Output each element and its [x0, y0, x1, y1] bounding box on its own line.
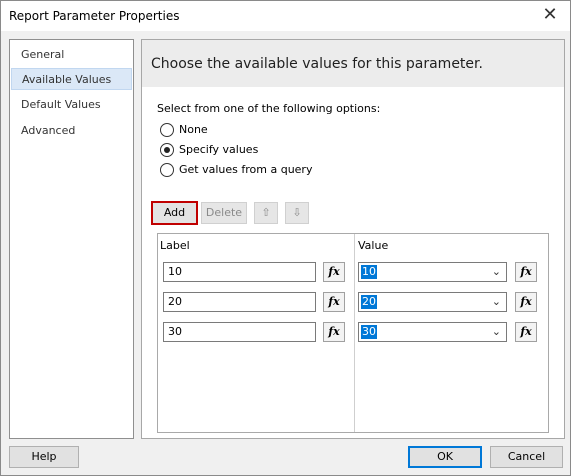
value-selected-text: 10	[361, 265, 377, 279]
label-input[interactable]: 10	[163, 262, 316, 282]
content-panel: Choose the available values for this par…	[141, 39, 565, 439]
ok-button[interactable]: OK	[408, 446, 482, 468]
radio-button[interactable]	[160, 123, 174, 137]
fx-icon[interactable]: fx	[323, 292, 345, 312]
header-band: Choose the available values for this par…	[142, 40, 564, 87]
label-input[interactable]: 30	[163, 322, 316, 342]
sidebar-item-advanced[interactable]: Advanced	[11, 120, 132, 142]
radio-button[interactable]	[160, 163, 174, 177]
chevron-down-icon[interactable]: ⌄	[492, 295, 501, 308]
add-button[interactable]: Add	[151, 201, 198, 225]
chevron-down-icon[interactable]: ⌄	[492, 325, 501, 338]
sidebar-item-general[interactable]: General	[11, 44, 132, 66]
help-button[interactable]: Help	[9, 446, 79, 468]
label-column-header: Label	[160, 239, 190, 252]
move-down-icon[interactable]: ⇩	[285, 202, 309, 224]
option-label: None	[179, 123, 208, 136]
fx-icon[interactable]: fx	[515, 292, 537, 312]
values-grid: Label Value 10 fx 10 ⌄ fx 20 fx 20 ⌄ fx …	[157, 233, 549, 433]
radio-button-selected[interactable]	[160, 143, 174, 157]
option-label: Get values from a query	[179, 163, 313, 176]
sidebar-nav: General Available Values Default Values …	[9, 39, 134, 439]
report-parameter-properties-dialog: Report Parameter Properties ✕ General Av…	[0, 0, 571, 476]
options-title: Select from one of the following options…	[157, 102, 381, 115]
move-up-icon[interactable]: ⇧	[254, 202, 278, 224]
dialog-title: Report Parameter Properties	[9, 9, 180, 23]
fx-icon[interactable]: fx	[515, 262, 537, 282]
fx-icon[interactable]: fx	[323, 262, 345, 282]
column-divider	[354, 234, 355, 432]
sidebar-item-default-values[interactable]: Default Values	[11, 94, 132, 116]
value-select[interactable]: 10 ⌄	[358, 262, 507, 282]
radio-dot	[164, 147, 170, 153]
value-select[interactable]: 30 ⌄	[358, 322, 507, 342]
cancel-button[interactable]: Cancel	[490, 446, 563, 468]
fx-icon[interactable]: fx	[515, 322, 537, 342]
value-selected-text: 30	[361, 325, 377, 339]
page-heading: Choose the available values for this par…	[151, 56, 483, 72]
option-label: Specify values	[179, 143, 259, 156]
fx-icon[interactable]: fx	[323, 322, 345, 342]
label-input[interactable]: 20	[163, 292, 316, 312]
close-icon[interactable]: ✕	[540, 5, 560, 25]
chevron-down-icon[interactable]: ⌄	[492, 265, 501, 278]
title-bar: Report Parameter Properties ✕	[1, 1, 570, 31]
delete-button[interactable]: Delete	[201, 202, 247, 224]
value-select[interactable]: 20 ⌄	[358, 292, 507, 312]
value-selected-text: 20	[361, 295, 377, 309]
value-column-header: Value	[358, 239, 389, 252]
sidebar-item-available-values[interactable]: Available Values	[11, 68, 132, 90]
